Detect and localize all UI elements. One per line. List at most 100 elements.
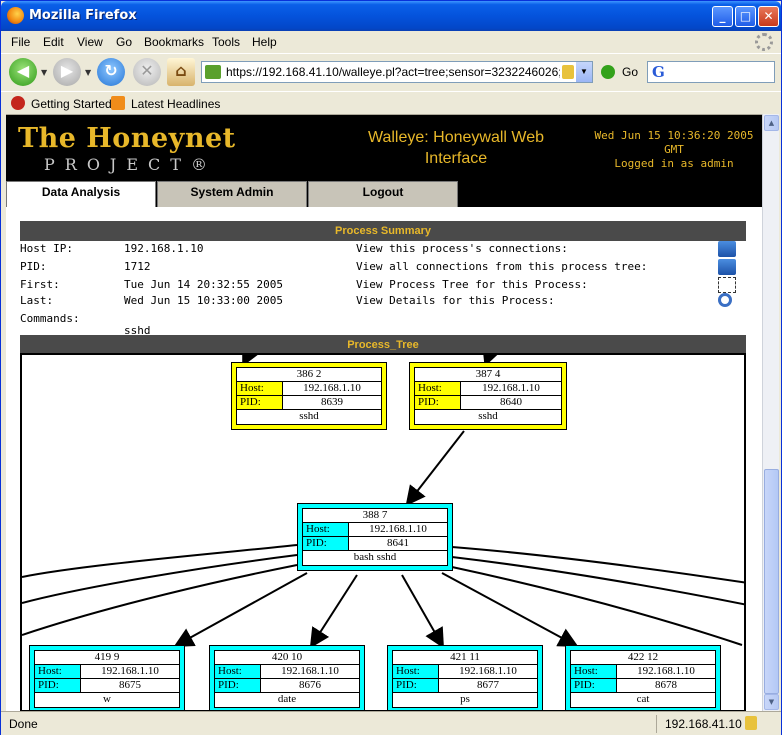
node-host: 192.168.1.10	[459, 665, 517, 677]
process-node-419-9[interactable]: 419 9 Host: 192.168.1.10 PID: 8675 w	[29, 645, 185, 710]
vertical-scrollbar[interactable]: ▲ ▼	[762, 114, 779, 711]
process-node-387-4[interactable]: 387 4 Host: 192.168.1.10 PID: 8640 sshd	[409, 362, 567, 430]
host-label: Host:	[237, 382, 283, 395]
bookmark-getting-started[interactable]: Getting Started	[31, 97, 112, 111]
menu-edit[interactable]: Edit	[43, 35, 64, 49]
home-button[interactable]: ⌂	[167, 58, 195, 86]
reload-icon: ↻	[104, 61, 118, 80]
tab-system-admin[interactable]: System Admin	[157, 181, 307, 207]
process-node-table: 387 4 Host: 192.168.1.10 PID: 8640 sshd	[414, 367, 562, 425]
pid-label: PID:	[303, 537, 349, 550]
page-title-line2: Interface	[424, 150, 488, 167]
host-label: Host:	[303, 523, 349, 536]
magnifier-icon[interactable]	[718, 293, 732, 307]
node-command: sshd	[478, 410, 498, 422]
url-input[interactable]: https://192.168.41.10/walleye.pl?act=tre…	[226, 65, 560, 79]
page-title-line1: Walleye: Honeywall Web	[367, 129, 545, 146]
view-details-label: View Details for this Process:	[356, 294, 555, 307]
status-bar: Done 192.168.41.10	[1, 711, 781, 735]
maximize-button[interactable]: □	[735, 6, 756, 27]
pid-label: PID:	[415, 396, 461, 409]
go-button[interactable]: Go	[622, 65, 638, 79]
menu-file[interactable]: File	[11, 35, 30, 49]
forward-button[interactable]: ▶	[53, 58, 81, 86]
url-dropdown-button[interactable]: ▼	[576, 62, 592, 82]
reload-button[interactable]: ↻	[97, 58, 125, 86]
process-node-table: 419 9 Host: 192.168.1.10 PID: 8675 w	[34, 650, 180, 708]
node-command: cat	[636, 693, 650, 705]
view-connections-label: View this process's connections:	[356, 242, 568, 255]
padlock-icon[interactable]	[562, 65, 574, 79]
edge-388-to-421	[401, 574, 444, 649]
minimize-button[interactable]: _	[712, 6, 733, 27]
process-node-table: 388 7 Host: 192.168.1.10 PID: 8641 bash ss…	[302, 508, 448, 566]
host-label: Host:	[571, 665, 617, 678]
bookmark-latest-headlines[interactable]: Latest Headlines	[131, 97, 220, 111]
process-node-386-2[interactable]: 386 2 Host: 192.168.1.10 PID: 8639 sshd	[231, 362, 387, 430]
menu-bar: File Edit View Go Bookmarks Tools Help	[1, 31, 781, 53]
edge-388-to-422	[441, 572, 579, 647]
google-search-icon[interactable]: G	[652, 63, 665, 81]
host-label: Host:	[415, 382, 461, 395]
back-history-dropdown[interactable]: ▼	[41, 68, 47, 77]
connections-icon[interactable]	[718, 241, 736, 257]
process-node-id: 388 7	[362, 509, 388, 521]
last-label: Last:	[20, 294, 54, 307]
scroll-thumb[interactable]	[764, 469, 779, 694]
secure-lock-icon[interactable]	[745, 716, 757, 730]
menu-bookmarks[interactable]: Bookmarks	[144, 35, 204, 49]
view-process-tree-label: View Process Tree for this Process:	[356, 278, 588, 291]
pid-label: PID:	[215, 679, 261, 692]
node-pid: 8640	[500, 396, 522, 408]
process-node-420-10[interactable]: 420 10 Host: 192.168.1.10 PID: 8676 date	[209, 645, 365, 710]
timezone: GMT	[664, 143, 684, 156]
scroll-down-button[interactable]: ▼	[764, 694, 779, 710]
menu-go[interactable]: Go	[116, 35, 132, 49]
first-label: First:	[20, 278, 60, 291]
navigation-toolbar: ◀ ▼ ▶ ▼ ↻ ✕ ⌂ https://192.168.41.10/wall…	[1, 53, 781, 91]
url-bar[interactable]: https://192.168.41.10/walleye.pl?act=tre…	[201, 61, 593, 83]
back-button[interactable]: ◀	[9, 58, 37, 86]
node-command: sshd	[299, 410, 319, 422]
page-content: The Honeynet PROJECT® Walleye: Honeywall…	[6, 114, 762, 711]
node-pid: 8639	[321, 396, 343, 408]
menu-view[interactable]: View	[77, 35, 103, 49]
stop-icon: ✕	[140, 61, 154, 80]
go-icon[interactable]	[601, 65, 615, 79]
search-input[interactable]: G	[647, 61, 775, 83]
edge-388-to-419	[173, 572, 308, 647]
tab-data-analysis[interactable]: Data Analysis	[6, 181, 156, 207]
session-info: Wed Jun 15 10:36:20 2005 GMT Logged in a…	[594, 129, 754, 171]
close-button[interactable]: ✕	[758, 6, 779, 27]
pid-label: PID:	[35, 679, 81, 692]
pid-label: PID:	[571, 679, 617, 692]
menu-tools[interactable]: Tools	[212, 35, 240, 49]
host-ip-label: Host IP:	[20, 242, 73, 255]
current-date: Wed Jun 15 10:36:20 2005	[594, 129, 754, 142]
firefox-icon	[7, 7, 24, 24]
host-ip-value: 192.168.1.10	[124, 242, 204, 255]
node-command: w	[103, 693, 111, 705]
home-icon: ⌂	[175, 61, 187, 80]
process-tree-icon[interactable]	[718, 277, 736, 293]
process-node-id: 386 2	[296, 368, 322, 380]
tree-connections-icon[interactable]	[718, 259, 736, 275]
node-command: date	[277, 693, 297, 705]
node-command: bash sshd	[353, 551, 397, 563]
forward-history-dropdown[interactable]: ▼	[85, 68, 91, 77]
tab-logout[interactable]: Logout	[308, 181, 458, 207]
node-pid: 8641	[387, 537, 409, 549]
process-node-422-12[interactable]: 422 12 Host: 192.168.1.10 PID: 8678 cat	[565, 645, 721, 710]
browser-window: Mozilla Firefox _ □ ✕ File Edit View Go …	[0, 0, 782, 735]
node-host: 192.168.1.10	[281, 665, 339, 677]
scroll-up-button[interactable]: ▲	[764, 115, 779, 131]
pid-label: PID:	[393, 679, 439, 692]
title-bar[interactable]: Mozilla Firefox _ □ ✕	[1, 1, 781, 31]
process-node-421-11[interactable]: 421 11 Host: 192.168.1.10 PID: 8677 ps	[387, 645, 543, 710]
commands-label: Commands:	[20, 312, 80, 325]
process-node-table: 386 2 Host: 192.168.1.10 PID: 8639 sshd	[236, 367, 382, 425]
stop-button[interactable]: ✕	[133, 58, 161, 86]
process-node-388-7[interactable]: 388 7 Host: 192.168.1.10 PID: 8641 bash ss…	[297, 503, 453, 571]
menu-help[interactable]: Help	[252, 35, 277, 49]
node-pid: 8677	[477, 679, 499, 691]
